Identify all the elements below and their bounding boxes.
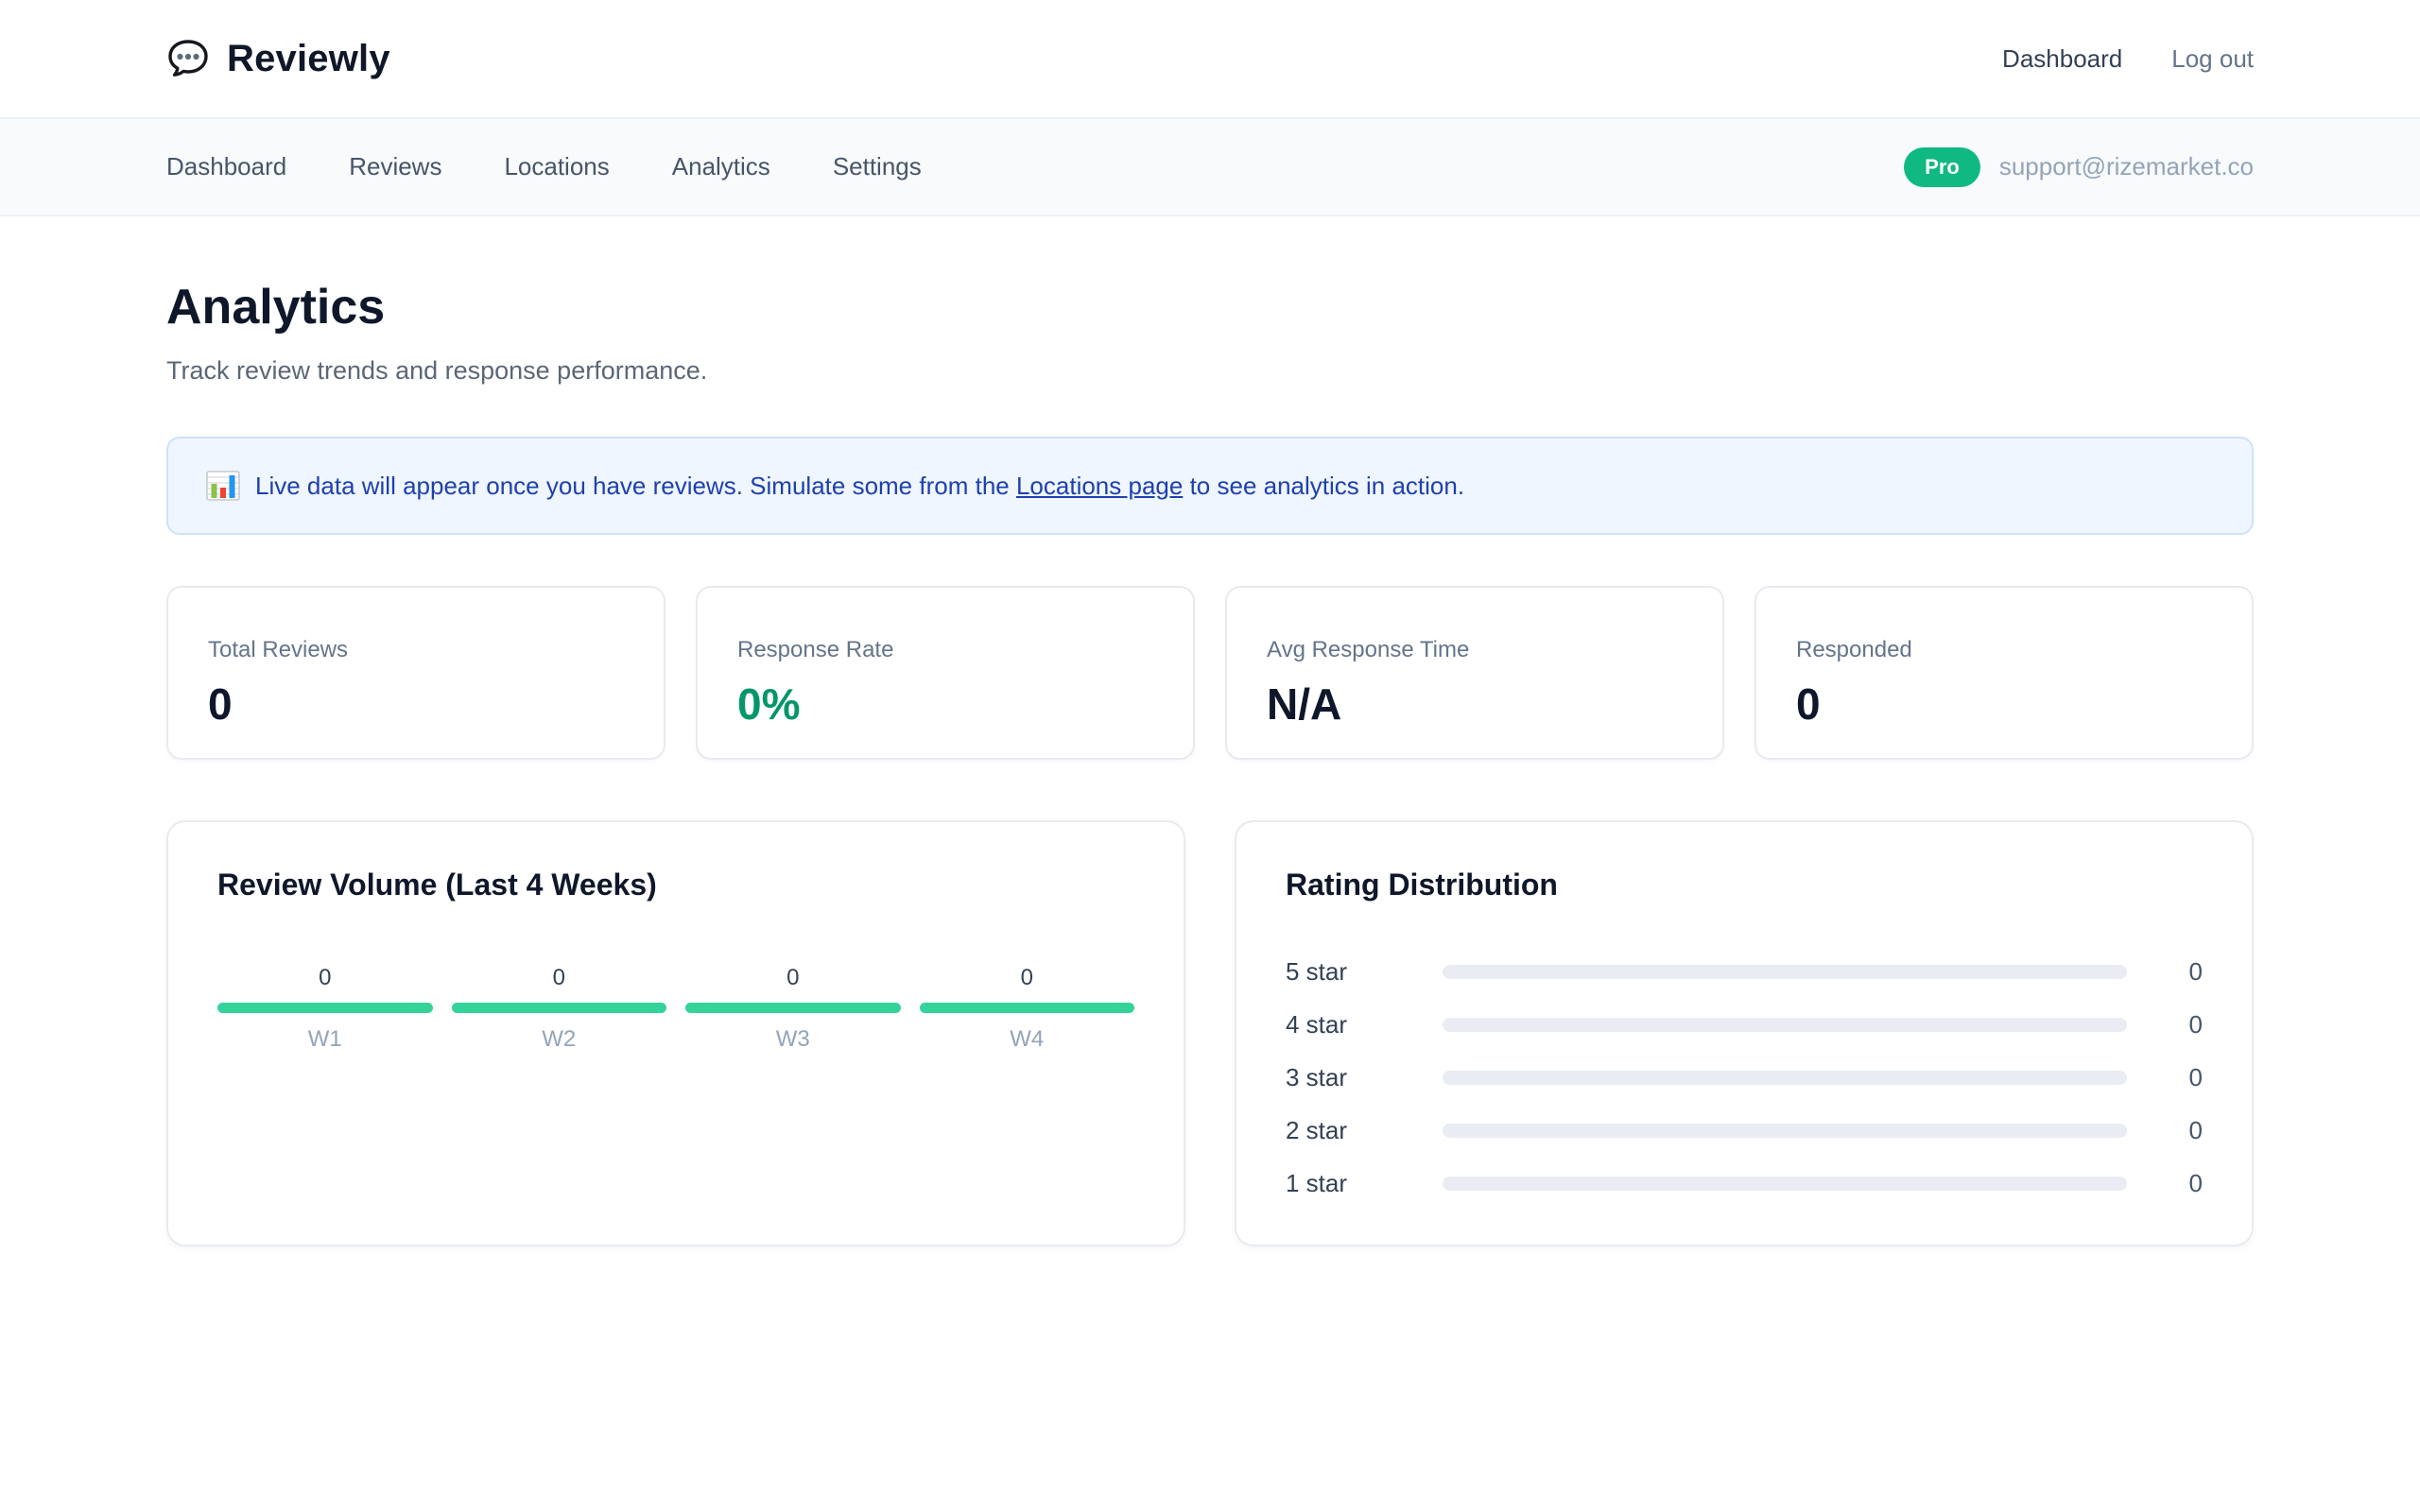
- nav-item-locations[interactable]: Locations: [504, 152, 609, 181]
- rating-row-5-star: 5 star 0: [1286, 955, 2203, 988]
- stat-card-avg-response-time: Avg Response Time N/A: [1225, 586, 1724, 760]
- stat-card-total-reviews: Total Reviews 0: [166, 586, 666, 760]
- rating-distribution-title: Rating Distribution: [1286, 868, 2203, 902]
- rating-label: 5 star: [1286, 957, 1403, 987]
- info-banner: Live data will appear once you have revi…: [166, 437, 2254, 535]
- review-volume-chart: 0 W1 0 W2 0 W3 0 W4: [217, 965, 1134, 1053]
- rating-row-3-star: 3 star 0: [1286, 1061, 2203, 1093]
- stat-value: 0: [208, 679, 624, 730]
- bar-value: 0: [685, 965, 901, 991]
- stats-grid: Total Reviews 0 Response Rate 0% Avg Res…: [166, 586, 2254, 760]
- stat-label: Responded: [1796, 637, 2212, 663]
- rating-label: 3 star: [1286, 1063, 1403, 1092]
- rating-bar-track: [1443, 1177, 2127, 1191]
- nav-item-dashboard[interactable]: Dashboard: [166, 152, 286, 181]
- main-nav: Dashboard Reviews Locations Analytics Se…: [0, 117, 2420, 216]
- stat-card-responded: Responded 0: [1754, 586, 2254, 760]
- panels-grid: Review Volume (Last 4 Weeks) 0 W1 0 W2 0…: [166, 820, 2254, 1246]
- bar: [452, 1003, 667, 1013]
- speech-bubble-logo-icon: [166, 37, 210, 80]
- bar-category: W1: [217, 1026, 433, 1053]
- top-header: Reviewly Dashboard Log out: [0, 0, 2420, 117]
- volume-bar-w4: 0 W4: [920, 965, 1135, 1053]
- volume-bar-w2: 0 W2: [452, 965, 667, 1053]
- rating-label: 1 star: [1286, 1169, 1403, 1198]
- bar-category: W3: [685, 1026, 901, 1053]
- rating-label: 2 star: [1286, 1116, 1403, 1145]
- bar: [685, 1003, 901, 1013]
- header-links: Dashboard Log out: [2002, 44, 2254, 74]
- bar-chart-emoji-icon: [206, 469, 240, 503]
- rating-label: 4 star: [1286, 1010, 1403, 1040]
- brand-name: Reviewly: [227, 38, 390, 80]
- bar: [920, 1003, 1135, 1013]
- rating-bar-track: [1443, 1018, 2127, 1032]
- header-link-logout[interactable]: Log out: [2171, 44, 2254, 74]
- rating-row-1-star: 1 star 0: [1286, 1167, 2203, 1199]
- locations-page-link[interactable]: Locations page: [1016, 472, 1183, 500]
- page-title: Analytics: [166, 279, 2254, 335]
- volume-bar-w1: 0 W1: [217, 965, 433, 1053]
- stat-value: 0%: [737, 679, 1153, 730]
- page-subtitle: Track review trends and response perform…: [166, 356, 2254, 386]
- rating-count: 0: [2127, 1116, 2203, 1145]
- bar-value: 0: [920, 965, 1135, 991]
- stat-label: Avg Response Time: [1267, 637, 1683, 663]
- rating-bar-track: [1443, 1071, 2127, 1085]
- bar-category: W4: [920, 1026, 1135, 1053]
- rating-count: 0: [2127, 1063, 2203, 1092]
- nav-item-settings[interactable]: Settings: [833, 152, 922, 181]
- page-head: Analytics Track review trends and respon…: [166, 279, 2254, 386]
- rating-count: 0: [2127, 957, 2203, 987]
- rating-count: 0: [2127, 1169, 2203, 1198]
- plan-badge: Pro: [1904, 147, 1980, 187]
- banner-text-after: to see analytics in action.: [1190, 472, 1465, 500]
- brand: Reviewly: [166, 37, 390, 80]
- nav-item-reviews[interactable]: Reviews: [349, 152, 441, 181]
- bar-category: W2: [452, 1026, 667, 1053]
- stat-value: 0: [1796, 679, 2212, 730]
- rating-bar-track: [1443, 1124, 2127, 1138]
- stat-value: N/A: [1267, 679, 1683, 730]
- rating-count: 0: [2127, 1010, 2203, 1040]
- banner-text: Live data will appear once you have revi…: [255, 472, 1464, 501]
- nav-item-analytics[interactable]: Analytics: [672, 152, 770, 181]
- header-link-dashboard[interactable]: Dashboard: [2002, 44, 2122, 74]
- user-email: support@rizemarket.co: [1999, 152, 2254, 181]
- stat-label: Total Reviews: [208, 637, 624, 663]
- nav-items: Dashboard Reviews Locations Analytics Se…: [166, 152, 922, 181]
- rating-bar-track: [1443, 965, 2127, 979]
- banner-text-before: Live data will appear once you have revi…: [255, 472, 1016, 500]
- bar: [217, 1003, 433, 1013]
- volume-bar-w3: 0 W3: [685, 965, 901, 1053]
- stat-card-response-rate: Response Rate 0%: [696, 586, 1195, 760]
- rating-distribution-panel: Rating Distribution 5 star 0 4 star 0 3 …: [1235, 820, 2254, 1246]
- review-volume-title: Review Volume (Last 4 Weeks): [217, 868, 1134, 902]
- nav-user-area: Pro support@rizemarket.co: [1904, 147, 2254, 187]
- rating-row-2-star: 2 star 0: [1286, 1114, 2203, 1146]
- bar-value: 0: [217, 965, 433, 991]
- rating-row-4-star: 4 star 0: [1286, 1008, 2203, 1040]
- rating-rows: 5 star 0 4 star 0 3 star 0 2 star: [1286, 955, 2203, 1199]
- bar-value: 0: [452, 965, 667, 991]
- stat-label: Response Rate: [737, 637, 1153, 663]
- review-volume-panel: Review Volume (Last 4 Weeks) 0 W1 0 W2 0…: [166, 820, 1185, 1246]
